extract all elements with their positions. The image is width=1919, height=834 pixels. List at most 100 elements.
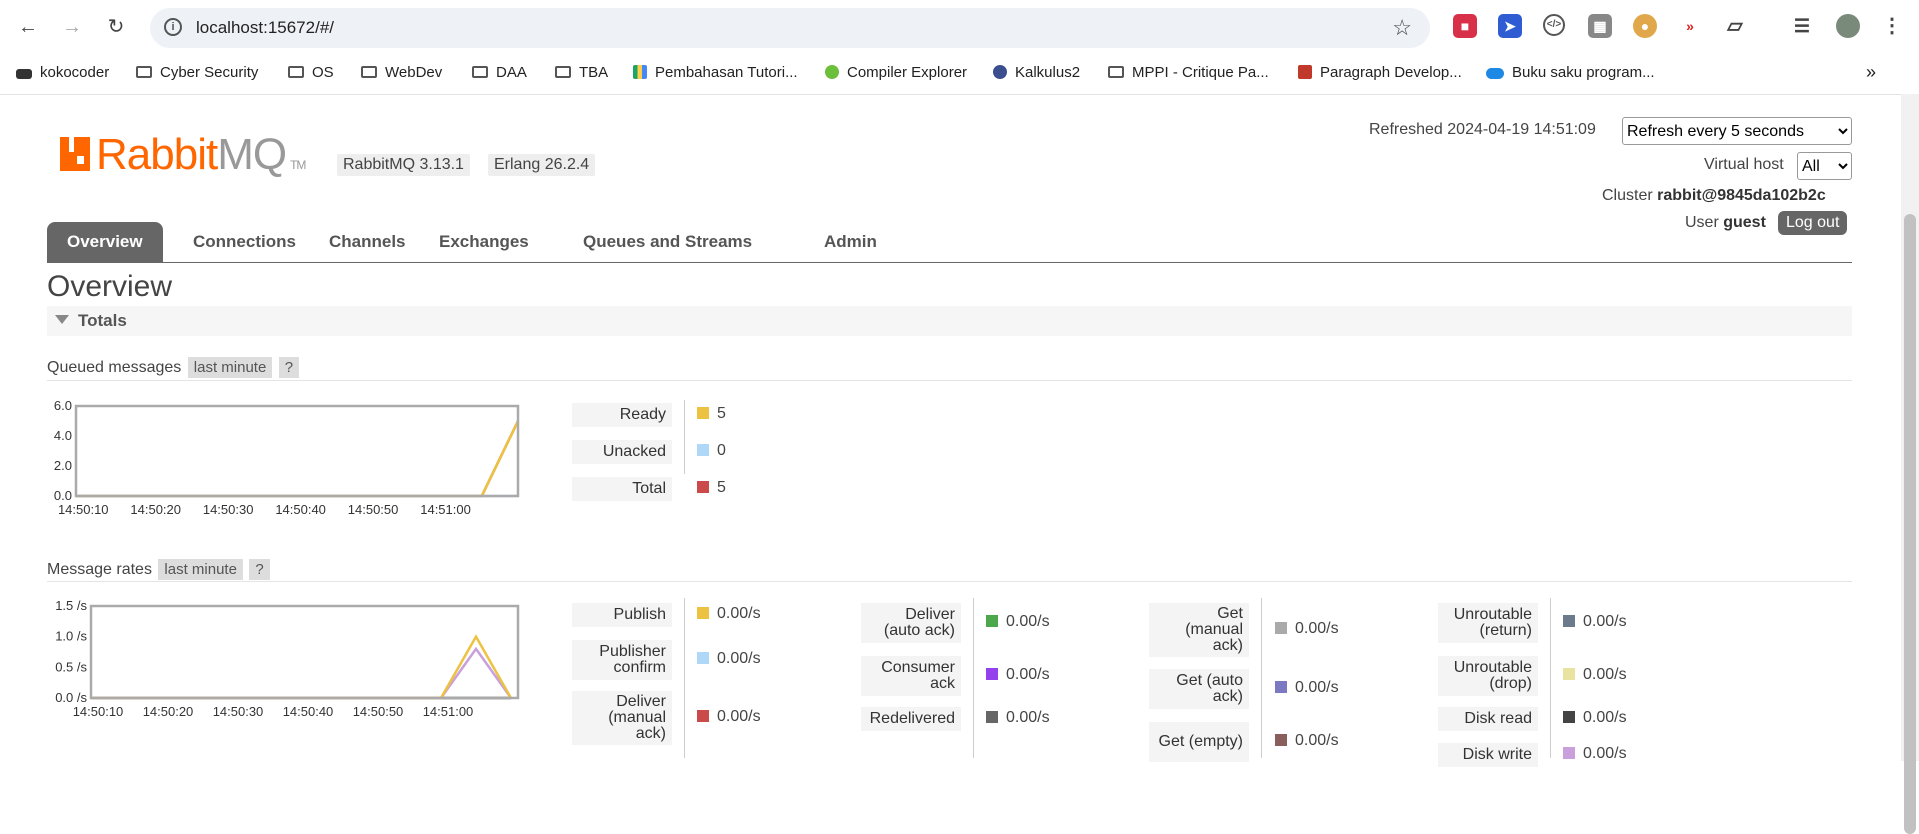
cloud-icon	[1486, 68, 1504, 79]
y-tick-label: 0.0 /s	[55, 690, 87, 705]
back-arrow-icon[interactable]: ←	[14, 13, 42, 41]
bookmark-folder[interactable]: TBA	[555, 64, 608, 81]
vhost-select[interactable]: All	[1797, 152, 1852, 180]
legend-label: Unacked	[572, 440, 672, 464]
tab-channels[interactable]: Channels	[309, 222, 426, 262]
cluster-name: rabbit@9845da102b2c	[1657, 187, 1826, 204]
folder-icon	[361, 66, 377, 78]
more-bookmarks-chevron-icon[interactable]: »	[1866, 62, 1876, 83]
browser-chrome: ← → ↻ i localhost:15672/#/ ☆ ■ ➤ </> ▦ ●…	[0, 0, 1919, 95]
legend-swatch	[1275, 681, 1287, 693]
extension-icon[interactable]: ➤	[1498, 14, 1522, 38]
legend-label: Deliver (auto ack)	[861, 603, 961, 643]
rabbitmq-logo[interactable]: RabbitMQ TM	[60, 130, 306, 180]
extension-icon[interactable]: ▦	[1588, 14, 1612, 38]
erlang-version-badge: Erlang 26.2.4	[488, 154, 596, 176]
extension-icon[interactable]: ●	[1633, 14, 1657, 38]
legend-swatch	[1275, 622, 1287, 634]
site-info-icon[interactable]: i	[164, 18, 182, 36]
legend-value-text: 0.00/s	[717, 650, 761, 667]
legend-value-text: 0	[717, 442, 726, 459]
collapse-triangle-icon	[55, 315, 69, 324]
legend-value-text: 0.00/s	[1295, 620, 1339, 637]
address-bar[interactable]: i localhost:15672/#/ ☆	[150, 8, 1430, 48]
bookmark-item[interactable]: Kalkulus2	[993, 64, 1080, 81]
bookmark-label: Cyber Security	[160, 64, 259, 81]
legend-label: Total	[572, 477, 672, 501]
forward-arrow-icon[interactable]: →	[58, 13, 86, 41]
message-rates-title: Message rates	[47, 561, 152, 578]
bookmark-item[interactable]: Compiler Explorer	[825, 64, 967, 81]
legend-label-text: Publisher confirm	[599, 643, 666, 676]
bookmark-folder[interactable]: MPPI - Critique Pa...	[1108, 64, 1269, 81]
period-selector[interactable]: last minute	[158, 559, 243, 580]
legend-label-text: Redelivered	[869, 710, 955, 727]
bookmark-item[interactable]: Pembahasan Tutori...	[633, 64, 798, 81]
legend-label: Consumer ack	[861, 656, 961, 696]
page-title: Overview	[47, 270, 173, 303]
compiler-explorer-icon	[825, 65, 839, 79]
legend-value: 0.00/s	[1275, 679, 1339, 697]
tab-overview[interactable]: Overview	[47, 222, 163, 262]
divider	[47, 380, 1852, 381]
legend-swatch	[1563, 615, 1575, 627]
extensions-puzzle-icon[interactable]: ▱	[1723, 14, 1747, 38]
legend-label: Publisher confirm	[572, 640, 672, 680]
bookmark-label: MPPI - Critique Pa...	[1132, 64, 1269, 81]
legend-value-text: 0.00/s	[717, 708, 761, 725]
legend-swatch	[1563, 747, 1575, 759]
legend-label-text: Get (manual ack)	[1185, 605, 1243, 654]
bookmark-item[interactable]: kokocoder	[16, 64, 109, 81]
legend-swatch	[697, 444, 709, 456]
y-tick-label: 2.0	[54, 458, 72, 473]
profile-avatar[interactable]	[1836, 14, 1860, 38]
legend-value: 0.00/s	[1563, 613, 1627, 631]
legend-separator	[1261, 598, 1262, 758]
cluster-info: Cluster rabbit@9845da102b2c	[1602, 187, 1826, 205]
bookmark-folder[interactable]: DAA	[472, 64, 527, 81]
legend-value: 0.00/s	[697, 708, 761, 726]
main-tabs: Overview Connections Channels Exchanges …	[47, 222, 1852, 263]
y-tick-label: 6.0	[54, 398, 72, 413]
x-tick-label: 14:50:20	[130, 502, 181, 517]
help-button[interactable]: ?	[278, 357, 300, 378]
extension-icon[interactable]: ■	[1453, 14, 1477, 38]
legend-separator	[973, 598, 974, 758]
reload-icon[interactable]: ↻	[102, 13, 130, 41]
y-tick-label: 1.5 /s	[55, 598, 87, 613]
plot-frame	[89, 604, 520, 700]
media-queue-icon[interactable]: ☰	[1790, 14, 1814, 38]
legend-label: Unroutable (drop)	[1438, 656, 1538, 696]
legend-label-text: Unroutable (return)	[1453, 606, 1532, 639]
menu-kebab-icon[interactable]: ⋮	[1880, 14, 1904, 38]
tab-connections[interactable]: Connections	[173, 222, 316, 262]
totals-section-toggle[interactable]: Totals	[47, 306, 1852, 336]
scrollbar-thumb[interactable]	[1904, 214, 1916, 834]
page-scrollbar[interactable]	[1901, 94, 1919, 834]
bookmark-folder[interactable]: WebDev	[361, 64, 442, 81]
legend-value-text: 0.00/s	[1006, 666, 1050, 683]
extension-icon[interactable]: »	[1678, 14, 1702, 38]
bookmark-folder[interactable]: Cyber Security	[136, 64, 258, 81]
legend-value-text: 0.00/s	[1295, 679, 1339, 696]
legend-value-text: 0.00/s	[1583, 745, 1627, 762]
tab-queues-and-streams[interactable]: Queues and Streams	[563, 222, 772, 262]
period-selector[interactable]: last minute	[187, 357, 273, 378]
series-line	[91, 646, 513, 700]
help-button[interactable]: ?	[249, 559, 270, 580]
legend-value-text: 0.00/s	[1006, 613, 1050, 630]
legend-value: 0.00/s	[986, 666, 1050, 684]
x-tick-label: 14:51:00	[423, 704, 474, 719]
bookmark-item[interactable]: Buku saku program...	[1486, 64, 1655, 81]
legend-value: 0.00/s	[986, 613, 1050, 631]
refresh-interval-select[interactable]: Refresh every 5 seconds	[1622, 117, 1852, 145]
tab-exchanges[interactable]: Exchanges	[419, 222, 549, 262]
legend-label: Disk write	[1438, 743, 1538, 767]
tab-admin[interactable]: Admin	[804, 222, 897, 262]
extension-icon[interactable]: </>	[1543, 14, 1565, 36]
legend-value: 0	[697, 442, 726, 460]
bookmark-item[interactable]: Paragraph Develop...	[1298, 64, 1462, 81]
bookmark-star-icon[interactable]: ☆	[1392, 15, 1412, 41]
legend-label-text: Get (empty)	[1158, 733, 1243, 750]
bookmark-folder[interactable]: OS	[288, 64, 334, 81]
